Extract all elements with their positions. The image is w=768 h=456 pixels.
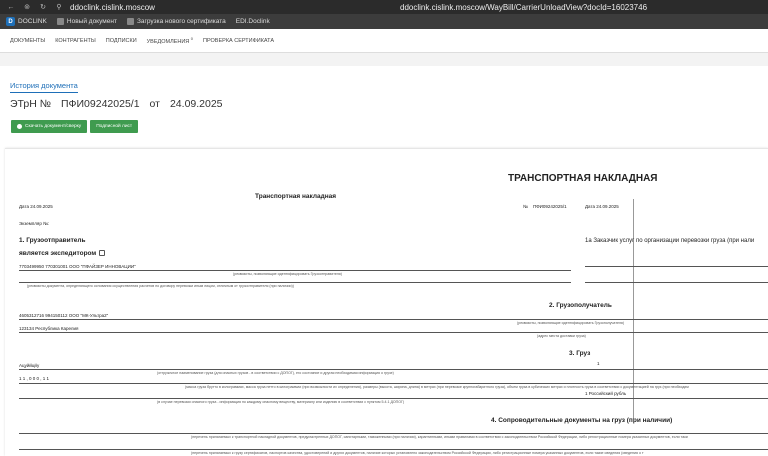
caption-weight: (масса груза брутто в килограммах, масса…: [185, 385, 689, 389]
doclink-logo-icon: D: [6, 17, 15, 26]
bookmark-edi-doclink[interactable]: EDI.Doclink: [236, 18, 270, 25]
forwarder-checkbox[interactable]: [99, 250, 106, 257]
date-left: Дата 24.09.2025: [19, 204, 53, 209]
site-info-icon[interactable]: ⚲: [54, 2, 64, 12]
cargo-weight: 1 1 , 0 0 0 , 1 1: [19, 376, 50, 381]
waybill-document: ТРАНСПОРТНАЯ НАКЛАДНАЯ Транспортная накл…: [5, 148, 768, 456]
main-content: История документа ЭТрН № ПФИ09242025/1 о…: [0, 66, 768, 456]
number-label: №: [523, 204, 528, 209]
reload-icon[interactable]: ↻: [38, 2, 48, 12]
notification-badge: 0: [190, 36, 194, 42]
download-document-button[interactable]: Скачать документ/сверку: [11, 120, 88, 133]
delivery-address: 123134 Республика Карелия: [19, 326, 79, 331]
currency: 1 Российский рубль: [585, 391, 627, 396]
main-menu: Документы Контрагенты Подписки Уведомлен…: [0, 29, 768, 53]
page-title: ЭТрН № ПФИ09242025/1 от 24.09.2025: [10, 98, 223, 110]
document-history-link[interactable]: История документа: [10, 81, 78, 93]
bookmarks-bar: D DOCLINK Новый документ Загрузка нового …: [0, 14, 768, 29]
menu-contractors[interactable]: Контрагенты: [55, 38, 96, 44]
page-url: ddoclink.cislink.moscow/WayBill/CarrierU…: [400, 2, 648, 12]
waybill-main-title: ТРАНСПОРТНАЯ НАКЛАДНАЯ: [508, 173, 658, 184]
caption-consignee: (реквизиты, позволяющие идентифицировать…: [517, 321, 625, 325]
caption-certificates: (перечень прилагаемых к грузу сертификат…: [191, 451, 644, 455]
section-customer: 1а Заказчик услуг по организации перевоз…: [585, 238, 755, 244]
caption-cargo-name: (отгрузочное наименование груза (для опа…: [157, 371, 394, 375]
section-accompanying-docs: 4. Сопроводительные документы на груз (п…: [491, 417, 673, 424]
extension-icon[interactable]: ⊚: [22, 2, 32, 12]
bookmark-new-document[interactable]: Новый документ: [56, 18, 117, 25]
caption-shipper: (реквизиты, позволяющие идентифицировать…: [233, 272, 342, 276]
cargo-quantity: 1: [597, 361, 600, 366]
bookmark-upload-certificate[interactable]: Загрузка нового сертификата: [126, 18, 226, 25]
bookmark-doclink[interactable]: D DOCLINK: [6, 17, 47, 26]
date-right: Дата 24.09.2025: [585, 204, 619, 209]
consignee-details: 4605312716 994150112 ООО "МК-Ультра2": [19, 313, 109, 318]
browser-toolbar: ← ⊚ ↻ ⚲ ddoclink.cislink.moscow ddoclink…: [0, 0, 768, 14]
back-icon[interactable]: ←: [6, 2, 16, 12]
signature-sheet-button[interactable]: Подписной лист: [90, 120, 139, 133]
shipper-details: 7703499950 770301001 ООО "ПФАЙЗЕР ИННОВА…: [19, 264, 136, 269]
waybill-subtitle: Транспортная накладная: [255, 193, 337, 200]
download-icon: [17, 124, 22, 129]
caption-payment-doc: (реквизиты документа, определяющего осно…: [27, 284, 294, 288]
menu-notifications[interactable]: Уведомления 0: [147, 36, 193, 45]
caption-dangerous-goods: (в случае перевозки опасного груза - инф…: [157, 400, 405, 404]
address-bar[interactable]: ddoclink.cislink.moscow: [70, 3, 155, 12]
page-icon: [56, 18, 64, 25]
copy-number: Экземпляр №:: [19, 221, 50, 226]
menu-check-certificate[interactable]: Проверка сертификата: [203, 38, 274, 44]
forwarder-label: является экспедитором: [19, 250, 106, 257]
caption-docs: (перечень прилагаемых к транспортной нак…: [191, 435, 688, 439]
section-shipper: 1. Грузоотправитель: [19, 237, 86, 244]
number-value: ПФИ09242025/1: [533, 204, 567, 209]
page-icon: [126, 18, 134, 25]
cargo-name: Ацуййцйу: [19, 363, 40, 368]
section-cargo: 3. Груз: [569, 350, 591, 357]
caption-address: (адрес места доставки груза): [537, 334, 586, 338]
menu-documents[interactable]: Документы: [10, 38, 45, 44]
menu-subscriptions[interactable]: Подписки: [106, 38, 137, 44]
section-consignee: 2. Грузополучатель: [549, 302, 612, 309]
